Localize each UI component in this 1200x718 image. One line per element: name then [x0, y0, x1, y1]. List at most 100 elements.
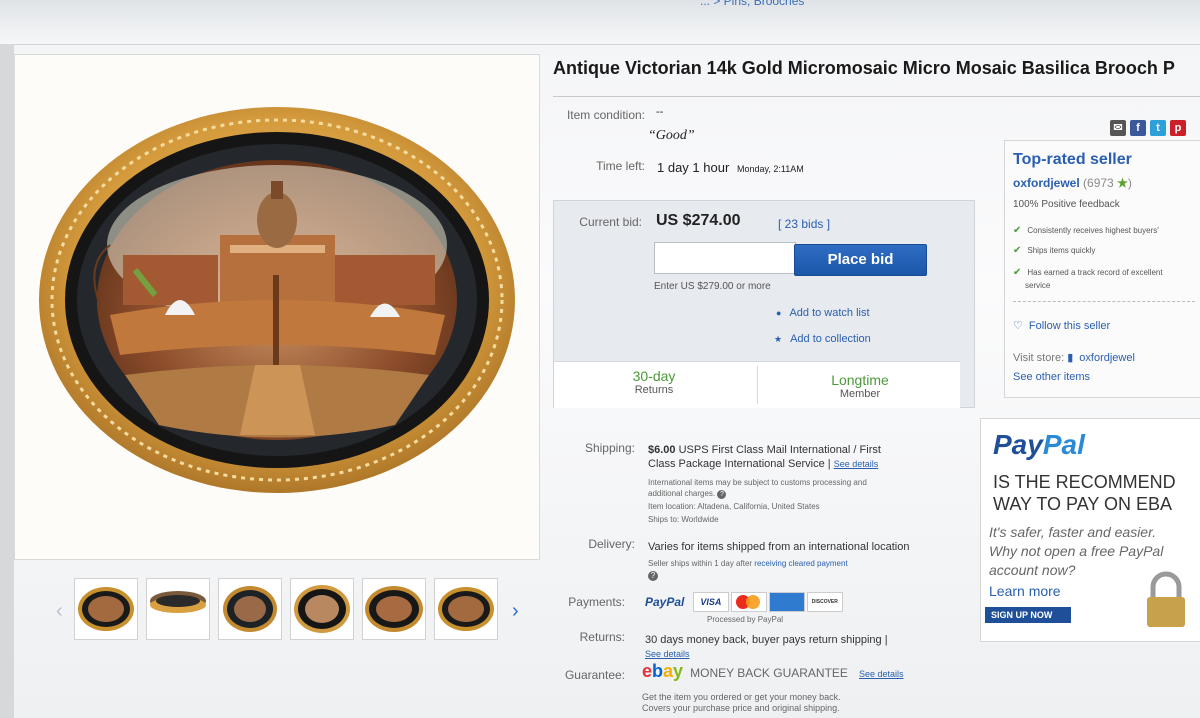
padlock-icon	[1147, 571, 1185, 627]
thumbnail-strip	[58, 578, 528, 644]
thumbnail-2[interactable]	[146, 578, 210, 640]
follow-seller-link[interactable]: ♡ Follow this seller	[1013, 319, 1110, 332]
thumbnail-brooch-image	[223, 586, 277, 632]
visa-card-icon: VISA	[692, 592, 729, 612]
guarantee-label: Guarantee:	[564, 668, 625, 682]
thumbnail-4[interactable]	[290, 578, 354, 640]
page-margin	[0, 44, 14, 718]
listing-title: Antique Victorian 14k Gold Micromosaic M…	[553, 58, 1175, 78]
check-text: Ships items quickly	[1027, 246, 1096, 255]
mastercard-circle-orange-icon	[745, 595, 760, 609]
seller-check-2: ✔ Ships items quickly	[1013, 245, 1200, 256]
heart-icon: ♡	[1013, 320, 1023, 332]
shipping-method-1: USPS First Class Mail International / Fi…	[678, 444, 881, 456]
add-to-collection-link[interactable]: ★ Add to collection	[774, 333, 871, 345]
delivery-note-prefix: Seller ships within 1 day after	[648, 559, 753, 568]
shipping-note-1: International items may be subject to cu…	[648, 478, 867, 487]
returns-see-details-link[interactable]: See details	[645, 649, 690, 659]
payment-methods: PayPal VISA DISCOVER Processed by PayPal	[645, 592, 845, 624]
main-product-image[interactable]	[14, 54, 540, 560]
cleared-payment-link[interactable]: receiving cleared payment	[754, 559, 847, 568]
guarantee-see-details-link[interactable]: See details	[859, 669, 904, 679]
thumbnail-brooch-image	[150, 591, 206, 613]
store-name-link[interactable]: oxfordjewel	[1079, 352, 1135, 364]
thumbnail-5[interactable]	[362, 578, 426, 640]
paypal-learn-more-link[interactable]: Learn more	[989, 583, 1061, 599]
delivery-text: Varies for items shipped from an interna…	[648, 541, 910, 553]
seller-name: oxfordjewel	[1013, 176, 1080, 190]
place-bid-button[interactable]: Place bid	[794, 244, 927, 276]
add-to-watch-list-link[interactable]: ● Add to watch list	[776, 307, 870, 319]
bid-amount-input[interactable]	[654, 242, 796, 274]
title-divider	[553, 96, 1200, 97]
store-icon: ▮	[1067, 352, 1074, 364]
seller-divider	[1013, 301, 1195, 302]
paypal-sub-1: It's safer, faster and easier.	[989, 524, 1157, 540]
processed-by-paypal: Processed by PayPal	[707, 615, 784, 624]
shipping-note-2-text: additional charges.	[648, 489, 716, 498]
returns-feature: 30-day Returns	[554, 368, 754, 396]
facebook-icon[interactable]: f	[1130, 120, 1146, 136]
twitter-icon[interactable]: t	[1150, 120, 1166, 136]
seller-name-link[interactable]: oxfordjewel (6973 ★)	[1013, 176, 1132, 190]
help-icon[interactable]: ?	[648, 571, 658, 581]
shipping-price: $6.00	[648, 444, 676, 456]
star-icon: ★	[774, 334, 783, 344]
thumbnail-brooch-image	[365, 586, 423, 632]
returns-label: Returns:	[579, 630, 625, 644]
discover-card-icon: DISCOVER	[806, 592, 843, 612]
bids-count-link[interactable]: [ 23 bids ]	[778, 217, 830, 231]
ships-to: Ships to: Worldwide	[648, 515, 719, 524]
check-text: Consistently receives highest buyers'	[1027, 226, 1159, 235]
returns-policy: 30 days money back, buyer pays return sh…	[645, 634, 888, 646]
member-tenure: Longtime	[831, 372, 889, 388]
guarantee-text: Get the item you ordered or get your mon…	[642, 692, 841, 714]
email-icon[interactable]: ✉	[1110, 120, 1126, 136]
paypal-signup-button[interactable]: SIGN UP NOW	[985, 607, 1071, 623]
returns-caption: Returns	[634, 384, 674, 396]
brooch-image	[39, 107, 515, 493]
paypal-logo-pal: Pal	[1042, 429, 1085, 460]
seller-score: (6973	[1083, 176, 1114, 190]
thumbnail-6[interactable]	[434, 578, 498, 640]
shipping-note: International items may be subject to cu…	[648, 477, 938, 525]
visit-store: Visit store: ▮ oxfordjewel	[1013, 351, 1135, 364]
thumbnail-3[interactable]	[218, 578, 282, 640]
page-header: ... > Pins, Brooches	[0, 0, 1200, 45]
guarantee-line-2: Covers your purchase price and original …	[642, 703, 840, 713]
score-close: )	[1127, 176, 1132, 190]
time-left-value: 1 day 1 hour	[657, 160, 730, 175]
seller-check-3-cont: service	[1025, 281, 1051, 290]
paypal-sub-2: Why not open a free PayPal	[989, 543, 1164, 559]
pinterest-icon[interactable]: p	[1170, 120, 1186, 136]
paypal-headline-2: WAY TO PAY ON EBA	[993, 494, 1173, 514]
money-back-guarantee: MONEY BACK GUARANTEE	[690, 666, 848, 680]
ebay-logo-y: y	[673, 661, 684, 681]
condition-label: Item condition:	[566, 108, 645, 122]
guarantee-line-1: Get the item you ordered or get your mon…	[642, 692, 841, 702]
eye-icon: ●	[776, 308, 782, 318]
paypal-inline-text: PayPal	[645, 595, 685, 610]
enter-bid-hint: Enter US $279.00 or more	[654, 281, 771, 292]
watch-list-label: Add to watch list	[789, 307, 870, 319]
condition-value: “Good”	[648, 128, 695, 143]
thumbnail-1[interactable]	[74, 578, 138, 640]
paypal-advertisement[interactable]: PayPal IS THE RECOMMEND WAY TO PAY ON EB…	[980, 418, 1200, 642]
thumbnail-brooch-image	[438, 587, 494, 631]
shipping-label: Shipping:	[584, 441, 635, 455]
help-icon[interactable]: ?	[717, 490, 727, 499]
time-left-label: Time left:	[596, 159, 645, 173]
shipping-see-details-link[interactable]: See details	[834, 459, 879, 469]
see-other-items-link[interactable]: See other items	[1013, 371, 1090, 383]
breadcrumb[interactable]: ... > Pins, Brooches	[700, 0, 804, 8]
guarantee-row: ebay MONEY BACK GUARANTEE See details	[642, 661, 904, 681]
check-text: Has earned a track record of excellent	[1027, 268, 1163, 277]
checkmark-icon: ✔	[1013, 225, 1022, 236]
thumbnail-next-icon[interactable]: ›	[512, 600, 519, 623]
paypal-headline-1: IS THE RECOMMEND	[993, 472, 1176, 492]
member-feature: Longtime Member	[760, 372, 960, 400]
item-location: Item location: Altadena, California, Uni…	[648, 502, 820, 511]
feature-divider	[757, 366, 758, 404]
follow-label: Follow this seller	[1028, 320, 1111, 332]
current-bid-label: Current bid:	[579, 215, 642, 229]
